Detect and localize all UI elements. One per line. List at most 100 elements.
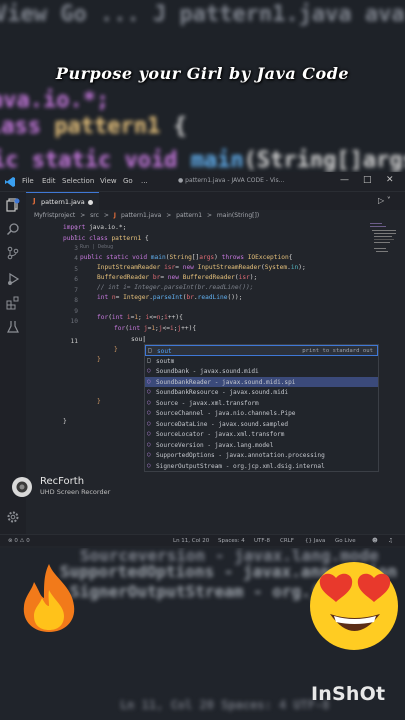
class-icon: ○ [147, 409, 151, 416]
code-line: sou| [131, 336, 146, 343]
suggestion-item[interactable]: ○ Soundbank - javax.sound.midi [145, 366, 378, 377]
line-number: 11 [70, 338, 78, 345]
close-icon[interactable]: ✕ [386, 175, 394, 185]
class-icon: ○ [147, 367, 151, 374]
problems-indicator[interactable]: ⊗ 0 ⚠ 0 [8, 538, 30, 544]
code-comment: // int i= Integer.parseInt(br.readLine()… [97, 284, 254, 291]
search-icon[interactable] [6, 222, 20, 236]
suggestion-item[interactable]: ○ SignerOutputStream - org.jcp.xml.dsig.… [145, 461, 378, 472]
video-title: Purpose your Girl by Java Code [55, 64, 350, 83]
class-icon: ○ [147, 461, 151, 469]
breadcrumb: Myfristproject > src > J pattern1.java >… [34, 212, 262, 219]
code-line: int n= Integer.parseInt(br.readLine()); [97, 294, 243, 301]
snippet-icon: □ [148, 347, 152, 354]
breadcrumb-file[interactable]: pattern1.java [121, 212, 161, 219]
menu-edit[interactable]: Edit [42, 177, 56, 185]
suggestion-item[interactable]: □ soutm [145, 356, 378, 367]
maximize-icon[interactable]: □ [363, 175, 372, 185]
code-line: } [63, 418, 67, 425]
suggestion-item[interactable]: ○ SourceChannel - java.nio.channels.Pipe [145, 408, 378, 419]
breadcrumb-src[interactable]: src [90, 212, 99, 219]
code-line: public static void main(String[]args) th… [80, 254, 293, 261]
menu-file[interactable]: File [22, 177, 34, 185]
tab-label: pattern1.java [41, 198, 85, 206]
code-line: InputStreamReader isr= new InputStreamRe… [97, 264, 306, 271]
window-title: ● pattern1.java - JAVA CODE - Vis... [178, 177, 285, 184]
java-file-icon: J [113, 212, 117, 219]
testing-icon[interactable] [6, 320, 20, 334]
breadcrumb-method[interactable]: main(String[]) [217, 212, 259, 219]
explorer-icon[interactable] [6, 198, 20, 212]
source-control-icon[interactable] [6, 246, 20, 260]
code-line: } [97, 398, 101, 405]
fire-emoji-icon [23, 564, 75, 632]
suggestion-item[interactable]: ○ SoundbankResource - javax.sound.midi [145, 387, 378, 398]
suggestion-item[interactable]: ○ SourceLocator - javax.xml.transform [145, 429, 378, 440]
line-number: 7 [74, 287, 78, 294]
vscode-logo-icon [5, 177, 15, 187]
class-icon: ○ [147, 419, 151, 427]
editor-tabs: J pattern1.java ▷ ˅ ⋯ [26, 192, 405, 210]
minimap[interactable] [368, 222, 400, 272]
suggestion-item[interactable]: ○ SourceVersion - javax.lang.model [145, 440, 378, 451]
suggestion-item[interactable]: ○ Source - javax.xml.transform [145, 398, 378, 409]
suggestion-widget: □ sout print to standard out □ soutm ○ S… [144, 344, 379, 472]
menu-go[interactable]: Go [123, 177, 133, 185]
code-line: import java.io.*; [63, 224, 127, 231]
code-line: } [97, 356, 101, 363]
minimize-icon[interactable]: — [340, 175, 349, 185]
menu-selection[interactable]: Selection [62, 177, 94, 185]
settings-gear-icon[interactable] [6, 510, 20, 524]
class-icon: ○ [147, 430, 151, 437]
code-line: public class pattern1 { [63, 235, 149, 242]
line-number: 9 [74, 308, 78, 315]
run-debug-icon[interactable] [6, 272, 20, 286]
run-debug-codelens[interactable]: Run | Debug [80, 244, 113, 250]
camera-icon [12, 477, 32, 497]
class-icon: ○ [147, 451, 151, 458]
eol-setting[interactable]: CRLF [280, 538, 294, 544]
line-number: 4 [74, 255, 78, 262]
line-number: 6 [74, 276, 78, 283]
line-number: 8 [74, 297, 78, 304]
breadcrumb-class[interactable]: pattern1 [176, 212, 202, 219]
run-icon[interactable]: ▷ ˅ [378, 196, 391, 205]
menu-view[interactable]: View [100, 177, 117, 185]
breadcrumb-separator: > [166, 212, 172, 219]
title-bar: File Edit Selection View Go ... ● patter… [0, 172, 405, 192]
line-number: 3 [74, 245, 78, 252]
status-bar: ⊗ 0 ⚠ 0 Ln 11, Col 20 Spaces: 4 UTF-8 CR… [0, 534, 405, 546]
code-line: for(int i=1; i<=n;i++){ [97, 314, 183, 321]
code-line: } [114, 346, 118, 353]
suggestion-item[interactable]: ○ SoundbankReader - javax.sound.midi.spi [145, 376, 378, 387]
account-icon[interactable]: ☻ [372, 538, 378, 544]
suggestion-description: print to standard out [302, 348, 373, 354]
encoding-setting[interactable]: UTF-8 [254, 538, 270, 544]
recorder-subtitle: UHD Screen Recorder [40, 488, 111, 496]
menu-more[interactable]: ... [141, 177, 148, 185]
class-icon: ○ [147, 398, 151, 406]
recorder-title: RecForth [40, 476, 85, 487]
breadcrumb-separator: > [80, 212, 86, 219]
snippet-icon: □ [147, 356, 151, 364]
indentation-setting[interactable]: Spaces: 4 [218, 538, 245, 544]
breadcrumb-project[interactable]: Myfristproject [34, 212, 75, 219]
unsaved-dot-icon [88, 200, 93, 205]
go-live-button[interactable]: Go Live [335, 538, 356, 544]
suggestion-item[interactable]: ○ SourceDataLine - javax.sound.sampled [145, 419, 378, 430]
tab-pattern1-java[interactable]: J pattern1.java [26, 192, 99, 210]
language-mode[interactable]: {} Java [305, 538, 325, 544]
breadcrumb-separator: > [103, 212, 109, 219]
line-number: 10 [70, 318, 78, 325]
cursor-position[interactable]: Ln 11, Col 20 [173, 538, 209, 544]
extensions-icon[interactable] [6, 296, 20, 310]
heart-eyes-emoji-icon [310, 562, 398, 650]
notifications-bell-icon[interactable]: ♫ [388, 538, 393, 544]
suggestion-item[interactable]: □ sout print to standard out [145, 345, 378, 356]
code-line: for(int j=1;j<=i;j++){ [114, 325, 197, 332]
background-code-top: View Go ... J pattern1.java ava.code ava… [0, 0, 405, 172]
java-file-icon: J [33, 197, 36, 205]
code-line: BufferedReader br= new BufferedReader(is… [97, 274, 258, 281]
suggestion-item[interactable]: ○ SupportedOptions - javax.annotation.pr… [145, 450, 378, 461]
line-number: 5 [74, 266, 78, 273]
